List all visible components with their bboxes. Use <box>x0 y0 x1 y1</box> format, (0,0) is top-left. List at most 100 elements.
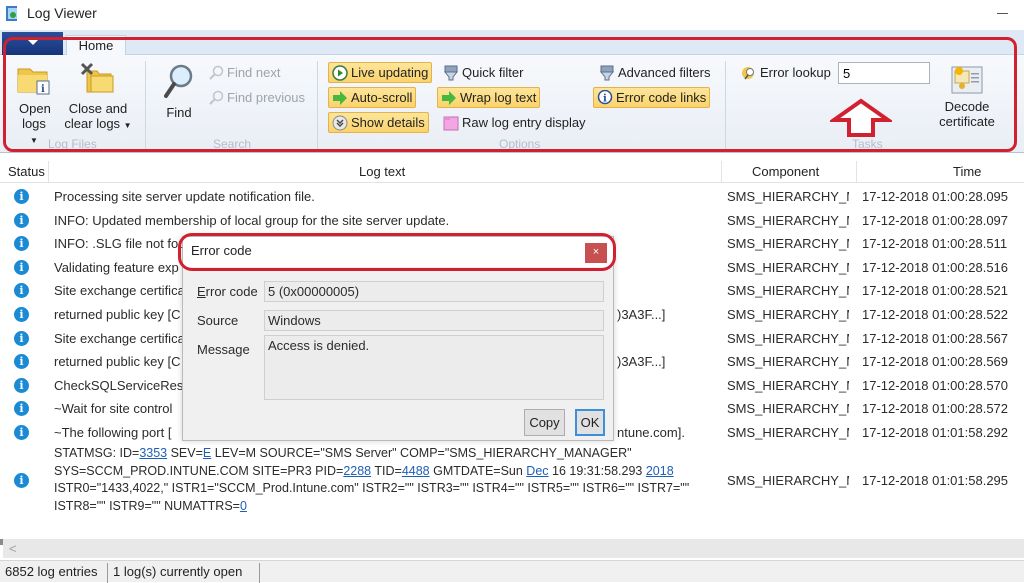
find-next-button[interactable]: Find next <box>205 62 283 83</box>
component-cell: SMS_HIERARCHY_M. <box>727 283 849 299</box>
application-menu-button[interactable] <box>2 32 63 55</box>
info-status-icon: i <box>14 377 29 393</box>
dropdown-caret-icon: ▼ <box>30 136 38 145</box>
text-fragment: STATMSG: ID= <box>54 446 140 460</box>
info-status-icon: i <box>14 283 29 299</box>
title-bar: Log Viewer <box>0 0 1024 30</box>
open-folder-icon: i <box>17 68 50 95</box>
raw-log-entry-display-button[interactable]: Raw log entry display <box>440 112 589 133</box>
link-pid[interactable]: 2288 <box>343 464 371 478</box>
time-cell: 17-12-2018 01:00:28.570 <box>862 377 1009 393</box>
group-label-tasks: Tasks <box>852 137 883 151</box>
error-code-links-toggle[interactable]: i Error code links <box>593 87 711 108</box>
auto-scroll-toggle[interactable]: Auto-scroll <box>328 87 417 108</box>
log-text-cell: Site exchange certifica <box>54 330 185 346</box>
column-header-status[interactable]: Status <box>8 164 45 179</box>
info-status-icon: i <box>14 354 29 370</box>
component-cell: SMS_HIERARCHY_M. <box>727 307 849 322</box>
column-header-component[interactable]: Component <box>752 164 819 179</box>
log-entries-count: 6852 log entries <box>5 564 98 579</box>
log-text-cell: returned public key [C <box>54 307 181 322</box>
log-text-cell: INFO: .SLG file not fou <box>54 236 186 252</box>
link-year[interactable]: 2018 <box>646 464 674 478</box>
close-and-clear-logs-button[interactable]: Close and clear logs ▼ <box>64 61 132 133</box>
advanced-filters-label: Advanced filters <box>618 65 711 80</box>
column-divider[interactable] <box>856 161 857 183</box>
time-cell: 17-12-2018 01:00:28.511 <box>862 236 1008 252</box>
quick-filter-button[interactable]: Quick filter <box>440 62 526 83</box>
column-divider[interactable] <box>721 161 722 183</box>
grid-header: Status Log text Component Time <box>0 161 1024 183</box>
decode-certificate-button[interactable]: Decode certificate <box>935 65 999 129</box>
open-logs-count: 1 log(s) currently open <box>113 564 243 579</box>
ok-button[interactable]: OK <box>575 409 605 436</box>
link-sev[interactable]: E <box>203 446 211 460</box>
tab-home[interactable]: Home <box>66 35 126 56</box>
close-logs-line1: Close and <box>68 101 128 116</box>
link-month[interactable]: Dec <box>526 464 548 478</box>
info-status-icon: i <box>14 189 29 204</box>
component-cell: SMS_HIERARCHY_M. <box>727 330 849 346</box>
decode-line1: Decode <box>944 99 990 114</box>
expand-chevrons-icon <box>332 115 348 131</box>
info-status-icon: i <box>14 236 29 252</box>
green-arrow-icon <box>441 90 457 106</box>
link-id[interactable]: 3353 <box>139 446 167 460</box>
link-numattrs[interactable]: 0 <box>240 499 247 513</box>
certificate-icon <box>951 66 983 94</box>
component-cell: SMS_HIERARCHY_M. <box>727 212 849 228</box>
table-row[interactable]: i INFO: Updated membership of local group… <box>0 209 1024 232</box>
log-text-tail: )3A3F...] <box>617 354 666 370</box>
svg-text:i: i <box>603 93 607 104</box>
column-divider[interactable] <box>48 161 49 183</box>
error-code-field[interactable]: 5 (0x00000005) <box>264 281 604 302</box>
link-tid[interactable]: 4488 <box>402 464 430 478</box>
info-status-icon: i <box>14 330 29 346</box>
column-header-log-text[interactable]: Log text <box>359 164 405 179</box>
horizontal-scrollbar[interactable]: < <box>3 539 1024 558</box>
component-cell: SMS_HIERARCHY_M. <box>727 425 849 440</box>
copy-button[interactable]: Copy <box>524 409 565 436</box>
column-header-time[interactable]: Time <box>953 164 981 179</box>
auto-scroll-label: Auto-scroll <box>351 90 413 105</box>
log-text-cell: Site exchange certifica <box>54 283 185 299</box>
table-row-statmsg[interactable]: i STATMSG: ID=3353 SEV=E LEV=M SOURCE="S… <box>0 445 1024 521</box>
message-field[interactable]: Access is denied. <box>264 335 604 400</box>
component-cell: SMS_HIERARCHY_M. <box>727 401 849 417</box>
time-cell: 17-12-2018 01:01:58.292 <box>862 425 1009 440</box>
time-cell: 17-12-2018 01:00:28.516 <box>862 259 1009 275</box>
live-updating-toggle[interactable]: Live updating <box>328 62 433 83</box>
component-cell: SMS_HIERARCHY_M. <box>727 354 849 370</box>
annotation-arrow-up-icon <box>830 98 892 137</box>
log-text-cell: returned public key [C <box>54 354 181 370</box>
open-logs-button[interactable]: i Open logs ▼ <box>12 63 56 148</box>
wrap-log-text-label: Wrap log text <box>460 90 537 105</box>
play-circle-icon <box>332 64 348 81</box>
advanced-filters-button[interactable]: Advanced filters <box>596 62 714 83</box>
log-text-tail: )3A3F...] <box>617 307 666 322</box>
minimize-button[interactable] <box>996 5 1010 19</box>
find-previous-label: Find previous <box>227 90 306 105</box>
show-details-toggle[interactable]: Show details <box>328 112 429 133</box>
dialog-title-bar[interactable]: Error code × <box>183 237 613 267</box>
find-button[interactable]: Find <box>160 63 198 120</box>
info-icon: i <box>597 89 613 106</box>
time-cell: 17-12-2018 01:00:28.572 <box>862 401 1009 417</box>
source-field[interactable]: Windows <box>264 310 604 331</box>
error-lookup-label: Error lookup <box>760 65 831 80</box>
text-fragment: GMTDATE=Sun <box>429 463 527 478</box>
time-cell: 17-12-2018 01:00:28.097 <box>862 212 1009 228</box>
dialog-close-button[interactable]: × <box>585 243 607 263</box>
info-status-icon: i <box>14 259 29 275</box>
error-lookup-input[interactable] <box>838 62 930 84</box>
find-previous-button[interactable]: Find previous <box>205 87 308 108</box>
find-label: Find <box>166 105 192 120</box>
log-text-cell: Processing site server update notificati… <box>54 189 315 204</box>
wrap-log-text-toggle[interactable]: Wrap log text <box>437 87 541 108</box>
component-cell: SMS_HIERARCHY_M. <box>727 473 849 488</box>
status-bar: 6852 log entries 1 log(s) currently open <box>0 560 1024 583</box>
table-row[interactable]: i Processing site server update notificat… <box>0 185 1024 208</box>
dropdown-caret-icon: ▼ <box>123 121 132 130</box>
group-label-options: Options <box>499 137 541 151</box>
scroll-left-icon[interactable]: < <box>9 541 17 556</box>
